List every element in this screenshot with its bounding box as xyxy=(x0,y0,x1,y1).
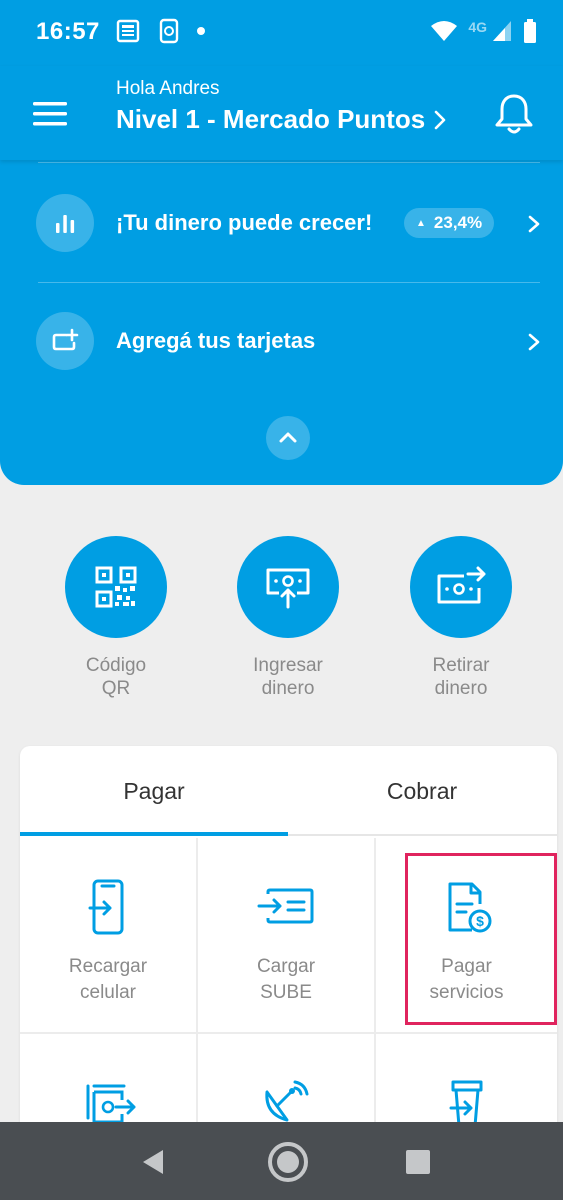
add-card-icon-circle xyxy=(36,312,94,370)
payments-tabs: Pagar Cobrar xyxy=(20,746,557,836)
invest-label: ¡Tu dinero puede crecer! xyxy=(116,210,373,235)
status-icons-right: 4G xyxy=(430,18,537,44)
collapse-panel-button[interactable] xyxy=(266,416,310,460)
phone-recharge-icon-wrap xyxy=(20,878,196,942)
tab-pay[interactable]: Pagar xyxy=(20,746,288,836)
android-nav-bar xyxy=(0,1122,563,1200)
recharge-phone-tile[interactable]: Recargar celular xyxy=(20,838,198,1034)
hamburger-icon xyxy=(33,102,67,126)
svg-text:$: $ xyxy=(476,913,484,929)
pay-services-label-line2: servicios xyxy=(429,982,504,1003)
load-sube-tile[interactable]: Cargar SUBE xyxy=(198,838,376,1034)
pay-services-label-line1: Pagar xyxy=(441,956,492,977)
chevron-right-icon xyxy=(528,333,540,351)
bill-icon-wrap: $ xyxy=(376,878,557,942)
network-label: 4G xyxy=(468,19,487,35)
add-cards-label: Agregá tus tarjetas xyxy=(116,328,316,353)
bill-icon: $ xyxy=(448,882,491,933)
greeting-text: Hola Andres xyxy=(116,78,220,99)
wifi-icon xyxy=(431,21,458,41)
back-button[interactable] xyxy=(132,1140,176,1184)
pay-services-label: Pagar servicios xyxy=(376,954,557,1006)
deposit-money-action[interactable]: Ingresar dinero xyxy=(228,536,348,700)
back-triangle-icon xyxy=(143,1150,163,1174)
status-bar: 16:57 4G xyxy=(0,0,563,66)
cup-icon xyxy=(449,1080,482,1128)
notifications-button[interactable] xyxy=(490,90,538,138)
home-circle-icon xyxy=(268,1142,308,1182)
invest-row[interactable]: ¡Tu dinero puede crecer! ▲ 23,4% xyxy=(0,168,563,278)
deposit-action-label-line1: Ingresar xyxy=(253,655,323,676)
withdraw-money-action[interactable]: Retirar dinero xyxy=(401,536,521,700)
pay-services-tile[interactable]: $ Pagar servicios xyxy=(376,838,557,1034)
level-label: Nivel 1 - Mercado Puntos xyxy=(116,104,426,134)
dot-icon xyxy=(197,27,205,35)
deposit-action-circle xyxy=(237,536,339,638)
invest-badge: ▲ 23,4% xyxy=(404,208,495,238)
recents-button[interactable] xyxy=(396,1140,440,1184)
withdraw-icon xyxy=(437,566,486,604)
deposit-action-label: Ingresar dinero xyxy=(228,654,348,700)
deposit-action-label-line2: dinero xyxy=(261,678,315,699)
menu-button[interactable] xyxy=(30,94,70,134)
app-header: Hola Andres Nivel 1 - Mercado Puntos xyxy=(0,66,563,160)
phone-recharge-icon xyxy=(88,879,124,935)
recharge-phone-label-line1: Recargar xyxy=(68,956,148,977)
invest-badge-value: 23,4% xyxy=(433,213,483,232)
bar-chart-icon xyxy=(56,215,75,233)
satellite-dish-icon xyxy=(265,1080,309,1122)
add-cards-row[interactable]: Agregá tus tarjetas xyxy=(0,284,563,394)
chevron-right-icon xyxy=(434,110,446,129)
status-time: 16:57 xyxy=(36,18,100,45)
panel-divider-middle xyxy=(38,282,540,283)
up-triangle-icon: ▲ xyxy=(416,217,426,229)
load-sube-label: Cargar SUBE xyxy=(198,954,374,1006)
withdraw-action-label-line1: Retirar xyxy=(432,655,490,676)
tab-charge-label: Cobrar xyxy=(386,777,458,804)
money-transfer-icon xyxy=(86,1084,136,1124)
battery-icon xyxy=(524,19,536,43)
qr-code-action[interactable]: Código QR xyxy=(56,536,176,700)
tab-pay-label: Pagar xyxy=(123,777,185,804)
phone-sync-icon xyxy=(159,18,179,44)
withdraw-action-label-line2: dinero xyxy=(434,678,488,699)
bell-icon xyxy=(495,94,533,134)
load-sube-label-line2: SUBE xyxy=(260,982,312,1003)
withdraw-action-circle xyxy=(410,536,512,638)
recents-square-icon xyxy=(406,1150,430,1174)
home-button[interactable] xyxy=(266,1140,310,1184)
sube-card-icon xyxy=(257,888,314,924)
level-link[interactable]: Nivel 1 - Mercado Puntos xyxy=(116,104,447,135)
qr-action-label: Código QR xyxy=(56,654,176,700)
recharge-phone-label: Recargar celular xyxy=(20,954,196,1006)
payments-card: Pagar Cobrar Recargar celular Cargar SUB… xyxy=(20,746,557,1166)
qr-action-label-line1: Código xyxy=(85,655,147,676)
signal-icon xyxy=(493,21,511,41)
qr-action-circle xyxy=(65,536,167,638)
qr-action-label-line2: QR xyxy=(101,678,131,699)
active-tab-indicator xyxy=(20,832,288,836)
add-card-icon xyxy=(52,328,79,351)
chevron-right-icon xyxy=(528,215,540,233)
chevron-up-icon xyxy=(279,432,297,443)
tab-charge[interactable]: Cobrar xyxy=(288,746,556,836)
sube-card-icon-wrap xyxy=(198,878,374,942)
account-panel: ¡Tu dinero puede crecer! ▲ 23,4% Agregá … xyxy=(0,160,563,485)
invest-icon-circle xyxy=(36,194,94,252)
news-icon xyxy=(116,19,140,43)
withdraw-action-label: Retirar dinero xyxy=(401,654,521,700)
load-sube-label-line1: Cargar xyxy=(256,956,316,977)
status-icons-left xyxy=(116,18,206,44)
deposit-icon xyxy=(266,568,310,609)
panel-divider-top xyxy=(38,162,540,163)
qr-icon xyxy=(95,566,137,608)
recharge-phone-label-line2: celular xyxy=(80,982,136,1003)
